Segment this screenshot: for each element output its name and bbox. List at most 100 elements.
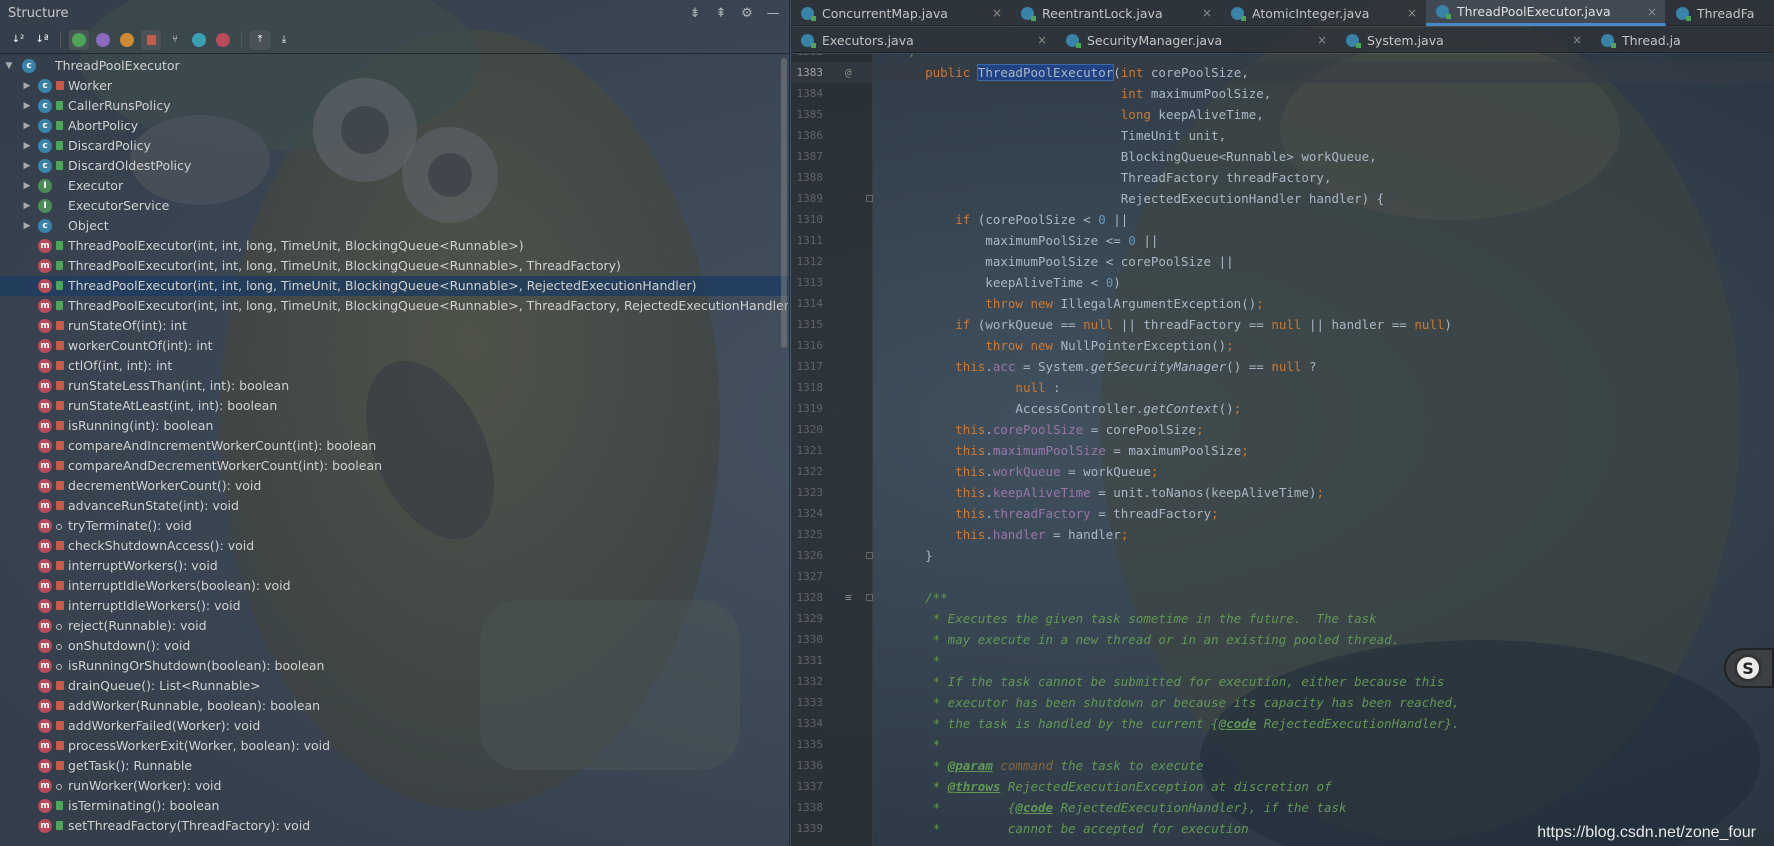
close-icon[interactable]: × xyxy=(992,6,1002,20)
code-line[interactable]: 1325 this.handler = handler; xyxy=(791,524,1774,545)
tree-item-class[interactable]: ▶ c CallerRunsPolicy xyxy=(0,96,788,116)
tree-item-method[interactable]: m interruptIdleWorkers(): void xyxy=(0,596,788,616)
editor-tab[interactable]: ThreadFa xyxy=(1666,0,1774,26)
tree-item-method[interactable]: m setThreadFactory(ThreadFactory): void xyxy=(0,816,788,836)
tree-item-method[interactable]: m onShutdown(): void xyxy=(0,636,788,656)
tree-item-method[interactable]: m ctlOf(int, int): int xyxy=(0,356,788,376)
code-line[interactable]: 1334 * the task is handled by the curren… xyxy=(791,713,1774,734)
code-line[interactable]: 1317 this.acc = System.getSecurityManage… xyxy=(791,356,1774,377)
code-area[interactable]: 1382 */ 1383 @ public ThreadPoolExecutor(i… xyxy=(791,54,1774,846)
code-line[interactable]: 1320 this.corePoolSize = corePoolSize; xyxy=(791,419,1774,440)
fold-marker-icon[interactable] xyxy=(866,195,873,202)
code-line[interactable]: 1316 throw new NullPointerException(); xyxy=(791,335,1774,356)
code-line[interactable]: 1310 if (corePoolSize < 0 || xyxy=(791,209,1774,230)
code-line[interactable]: 1385 long keepAliveTime, xyxy=(791,104,1774,125)
close-icon[interactable]: × xyxy=(1647,5,1657,19)
show-non-public-icon[interactable] xyxy=(141,29,161,50)
tree-item-interface[interactable]: ▶ I Executor xyxy=(0,176,788,196)
code-line[interactable]: 1326 } xyxy=(791,545,1774,566)
tree-item-method[interactable]: m isRunning(int): boolean xyxy=(0,416,788,436)
expand-all-icon[interactable]: ⇟ xyxy=(687,5,703,21)
editor-tab[interactable]: System.java × xyxy=(1336,27,1591,53)
code-line[interactable]: 1382 */ xyxy=(791,54,1774,62)
code-line[interactable]: 1330 * may execute in a new thread or in… xyxy=(791,629,1774,650)
tree-item-method[interactable]: m drainQueue(): List<Runnable> xyxy=(0,676,788,696)
code-line[interactable]: 1387 BlockingQueue<Runnable> workQueue, xyxy=(791,146,1774,167)
editor-tab[interactable]: ThreadPoolExecutor.java × xyxy=(1426,0,1666,26)
autoscroll-to-source-icon[interactable]: ⤒ xyxy=(250,29,270,50)
close-icon[interactable]: × xyxy=(1317,33,1327,47)
minimize-icon[interactable]: — xyxy=(765,5,781,21)
chevron-right-icon[interactable]: ▶ xyxy=(22,116,32,136)
tree-item-class[interactable]: ▶ c Object xyxy=(0,216,788,236)
tree-item-class[interactable]: ▶ c DiscardOldestPolicy xyxy=(0,156,788,176)
tree-item-method[interactable]: m processWorkerExit(Worker, boolean): voi… xyxy=(0,736,788,756)
code-line[interactable]: 1337 * @throws RejectedExecutionExceptio… xyxy=(791,776,1774,797)
code-line[interactable]: 1383 @ public ThreadPoolExecutor(int core… xyxy=(791,62,1774,83)
floating-s-button[interactable]: S xyxy=(1724,648,1774,688)
close-icon[interactable]: × xyxy=(1202,6,1212,20)
code-line[interactable]: 1329 * Executes the given task sometime … xyxy=(791,608,1774,629)
tree-item-method[interactable]: m isRunningOrShutdown(boolean): boolean xyxy=(0,656,788,676)
tree-item-method[interactable]: m addWorkerFailed(Worker): void xyxy=(0,716,788,736)
chevron-right-icon[interactable]: ▶ xyxy=(22,216,32,236)
close-icon[interactable]: × xyxy=(1037,33,1047,47)
code-line[interactable]: 1338 * {@code RejectedExecutionHandler},… xyxy=(791,797,1774,818)
tree-item-method[interactable]: m runStateAtLeast(int, int): boolean xyxy=(0,396,788,416)
tree-item-class[interactable]: ▶ c Worker xyxy=(0,76,788,96)
tree-item-method[interactable]: m workerCountOf(int): int xyxy=(0,336,788,356)
code-line[interactable]: 1386 TimeUnit unit, xyxy=(791,125,1774,146)
tree-item-method[interactable]: m tryTerminate(): void xyxy=(0,516,788,536)
chevron-right-icon[interactable]: ▶ xyxy=(22,136,32,156)
code-line[interactable]: 1388 ThreadFactory threadFactory, xyxy=(791,167,1774,188)
code-line[interactable]: 1389 RejectedExecutionHandler handler) { xyxy=(791,188,1774,209)
code-line[interactable]: 1324 this.threadFactory = threadFactory; xyxy=(791,503,1774,524)
code-line[interactable]: 1336 * @param command the task to execut… xyxy=(791,755,1774,776)
editor-tab[interactable]: Thread.ja xyxy=(1591,27,1774,53)
autoscroll-from-source-icon[interactable]: ⤓ xyxy=(274,30,294,50)
gear-icon[interactable]: ⚙ xyxy=(739,5,755,21)
editor-tab[interactable]: SecurityManager.java × xyxy=(1056,27,1336,53)
tree-item-class[interactable]: ▶ c DiscardPolicy xyxy=(0,136,788,156)
tree-item-method[interactable]: m reject(Runnable): void xyxy=(0,616,788,636)
code-line[interactable]: 1322 this.workQueue = workQueue; xyxy=(791,461,1774,482)
tree-item-method[interactable]: m isTerminating(): boolean xyxy=(0,796,788,816)
tree-item-method[interactable]: m advanceRunState(int): void xyxy=(0,496,788,516)
code-line[interactable]: 1318 null : xyxy=(791,377,1774,398)
show-inherited-icon[interactable] xyxy=(69,29,89,50)
code-line[interactable]: 1331 * xyxy=(791,650,1774,671)
show-fields-icon[interactable] xyxy=(117,30,137,50)
tree-item-method[interactable]: m ThreadPoolExecutor(int, int, long, Time… xyxy=(0,256,788,276)
fold-marker-icon[interactable] xyxy=(866,594,873,601)
code-line[interactable]: 1328 ≡ /** xyxy=(791,587,1774,608)
tree-item-method[interactable]: m compareAndIncrementWorkerCount(int): bo… xyxy=(0,436,788,456)
chevron-right-icon[interactable]: ▶ xyxy=(22,96,32,116)
code-line[interactable]: 1313 keepAliveTime < 0) xyxy=(791,272,1774,293)
chevron-right-icon[interactable]: ▶ xyxy=(22,176,32,196)
tree-item-method[interactable]: m interruptWorkers(): void xyxy=(0,556,788,576)
close-icon[interactable]: × xyxy=(1572,33,1582,47)
chevron-right-icon[interactable]: ▶ xyxy=(22,156,32,176)
editor-tab[interactable]: ReentrantLock.java × xyxy=(1011,0,1221,26)
code-line[interactable]: 1314 throw new IllegalArgumentException(… xyxy=(791,293,1774,314)
code-line[interactable]: 1323 this.keepAliveTime = unit.toNanos(k… xyxy=(791,482,1774,503)
tree-item-method[interactable]: m getTask(): Runnable xyxy=(0,756,788,776)
tree-item-method[interactable]: m checkShutdownAccess(): void xyxy=(0,536,788,556)
tree-item-method[interactable]: m runStateLessThan(int, int): boolean xyxy=(0,376,788,396)
sort-alphabetically-icon[interactable]: ↓ª xyxy=(32,30,52,50)
show-lambdas-icon[interactable] xyxy=(213,30,233,50)
chevron-right-icon[interactable]: ▶ xyxy=(22,196,32,216)
tree-item-method[interactable]: m compareAndDecrementWorkerCount(int): bo… xyxy=(0,456,788,476)
code-line[interactable]: 1319 AccessController.getContext(); xyxy=(791,398,1774,419)
editor-tab[interactable]: Executors.java × xyxy=(791,27,1056,53)
tree-item-method[interactable]: m interruptIdleWorkers(boolean): void xyxy=(0,576,788,596)
show-inheritance-icon[interactable]: ⑂ xyxy=(165,30,185,50)
code-line[interactable]: 1321 this.maximumPoolSize = maximumPoolS… xyxy=(791,440,1774,461)
code-line[interactable]: 1384 int maximumPoolSize, xyxy=(791,83,1774,104)
fold-marker-icon[interactable] xyxy=(866,552,873,559)
collapse-all-icon[interactable]: ⇞ xyxy=(713,5,729,21)
tree-item-method[interactable]: m runWorker(Worker): void xyxy=(0,776,788,796)
code-line[interactable]: 1335 * xyxy=(791,734,1774,755)
editor-tab[interactable]: AtomicInteger.java × xyxy=(1221,0,1426,26)
code-line[interactable]: 1327 xyxy=(791,566,1774,587)
